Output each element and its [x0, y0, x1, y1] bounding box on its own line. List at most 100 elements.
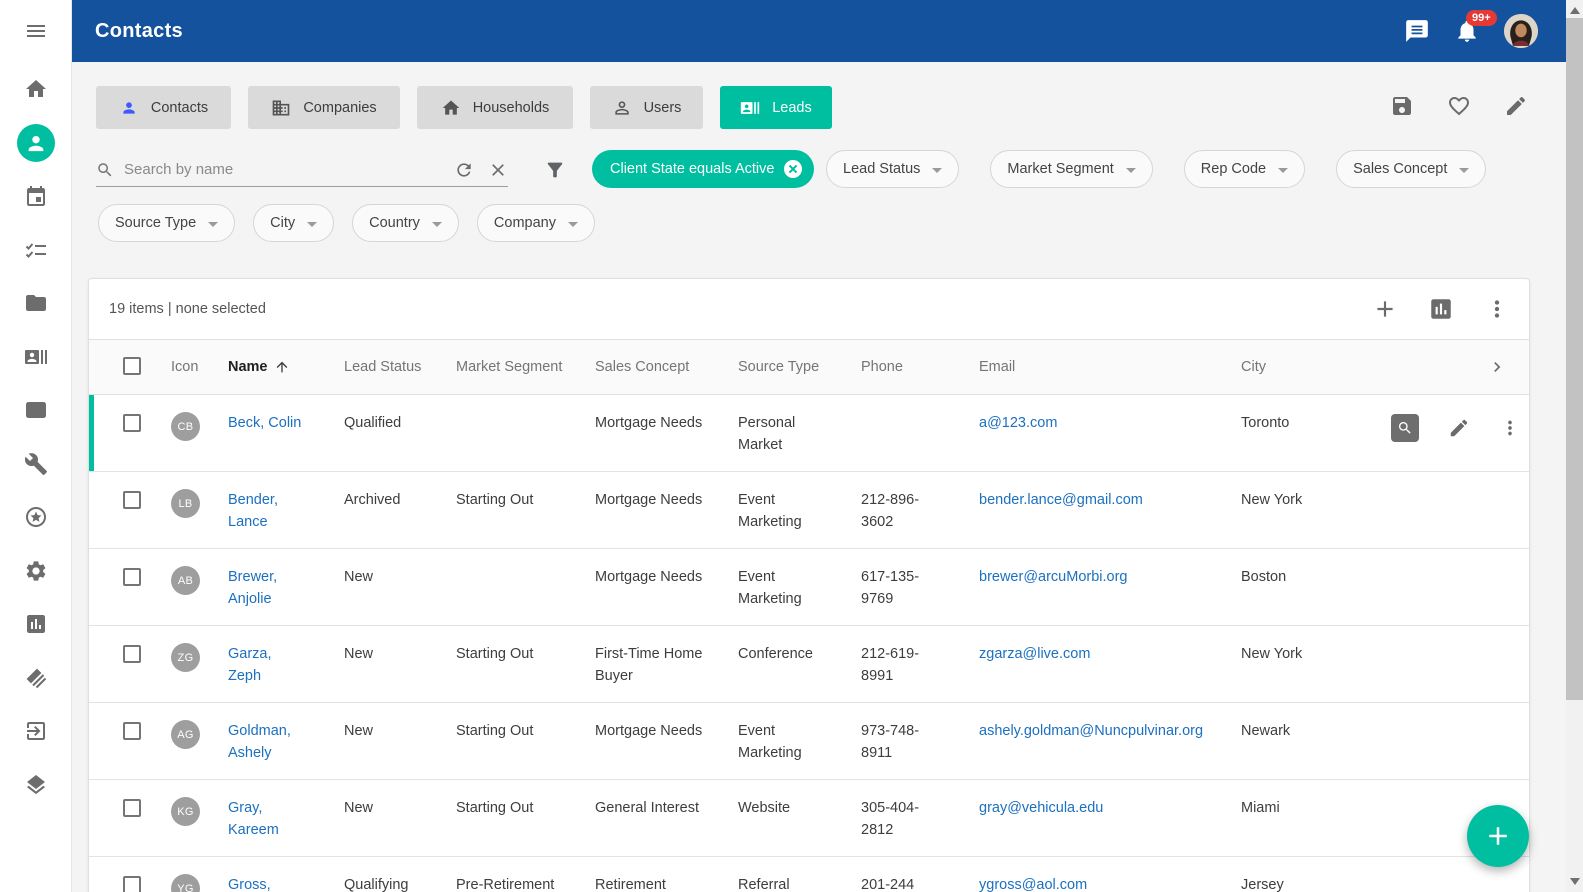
- col-header-email[interactable]: Email: [979, 359, 1241, 375]
- tab-leads[interactable]: Leads: [720, 86, 832, 129]
- filter-chip-company[interactable]: Company: [477, 204, 595, 242]
- table-row[interactable]: LB Bender, Lance Archived Starting Out M…: [89, 472, 1529, 549]
- filter-chip-sales-concept[interactable]: Sales Concept: [1336, 150, 1486, 188]
- leads-card-icon: [740, 98, 760, 118]
- sidebar-item-directory[interactable]: [24, 345, 48, 369]
- table-row[interactable]: KG Gray, Kareem New Starting Out General…: [89, 780, 1529, 857]
- scroll-down-arrow-icon[interactable]: [1570, 878, 1580, 885]
- email-link[interactable]: a@123.com: [979, 415, 1057, 431]
- menu-icon[interactable]: [24, 19, 48, 43]
- row-checkbox[interactable]: [123, 568, 141, 586]
- contact-name-link[interactable]: Gross,: [228, 877, 271, 892]
- email-link[interactable]: ashely.goldman@Nuncpulvinar.org: [979, 723, 1203, 739]
- col-header-name[interactable]: Name: [228, 359, 344, 375]
- sidebar-item-reports[interactable]: [24, 612, 48, 636]
- scroll-up-arrow-icon[interactable]: [1570, 7, 1580, 14]
- col-header-source-type[interactable]: Source Type: [738, 359, 861, 375]
- row-checkbox[interactable]: [123, 414, 141, 432]
- main-content: Contacts Companies Households Users Lead…: [72, 62, 1566, 892]
- row-checkbox[interactable]: [123, 722, 141, 740]
- contact-name-link[interactable]: Brewer, Anjolie: [228, 569, 277, 607]
- filter-chip-market-segment[interactable]: Market Segment: [990, 150, 1152, 188]
- email-link[interactable]: ygross@aol.com: [979, 877, 1087, 892]
- cell-source-type: Website: [738, 797, 861, 819]
- refresh-icon[interactable]: [454, 160, 474, 180]
- row-kebab-icon[interactable]: [1499, 417, 1521, 439]
- scrollbar-thumb[interactable]: [1566, 18, 1583, 700]
- chat-icon[interactable]: [1404, 18, 1430, 44]
- avatar: KG: [171, 797, 200, 826]
- tab-companies[interactable]: Companies: [248, 86, 400, 129]
- row-checkbox[interactable]: [123, 491, 141, 509]
- filter-chip-city[interactable]: City: [253, 204, 334, 242]
- sidebar-item-layers[interactable]: [24, 773, 48, 797]
- favorite-heart-icon[interactable]: [1447, 94, 1471, 118]
- sidebar-item-calendar[interactable]: [24, 184, 48, 208]
- remove-filter-icon[interactable]: [784, 160, 802, 178]
- sidebar-item-exit[interactable]: [24, 719, 48, 743]
- applied-filter-chip[interactable]: Client State equals Active: [592, 150, 814, 188]
- results-toolbar: 19 items | none selected: [89, 279, 1529, 339]
- contact-name-link[interactable]: Beck, Colin: [228, 415, 301, 431]
- sidebar-item-settings[interactable]: [24, 559, 48, 583]
- filter-chips-row2: Source Type City Country Company: [98, 204, 595, 242]
- contact-name-link[interactable]: Goldman, Ashely: [228, 723, 291, 761]
- avatar: ZG: [171, 643, 200, 672]
- row-checkbox[interactable]: [123, 645, 141, 663]
- contact-name-link[interactable]: Garza, Zeph: [228, 646, 272, 684]
- row-checkbox[interactable]: [123, 799, 141, 817]
- contact-name-link[interactable]: Gray, Kareem: [228, 800, 279, 838]
- sidebar-item-billing[interactable]: $: [24, 398, 48, 422]
- row-checkbox[interactable]: [123, 876, 141, 892]
- filter-funnel-icon[interactable]: [544, 159, 566, 181]
- chevron-down-icon: [568, 222, 578, 227]
- filter-chip-rep-code[interactable]: Rep Code: [1184, 150, 1305, 188]
- tab-users[interactable]: Users: [590, 86, 703, 129]
- clear-search-icon[interactable]: [488, 160, 508, 180]
- tab-contacts[interactable]: Contacts: [96, 86, 231, 129]
- add-plus-icon[interactable]: [1372, 296, 1398, 322]
- col-header-market-segment[interactable]: Market Segment: [456, 359, 595, 375]
- table-row[interactable]: CB Beck, Colin Qualified Mortgage Needs …: [89, 395, 1529, 472]
- chevron-right-icon[interactable]: [1487, 357, 1507, 377]
- preview-icon[interactable]: [1391, 414, 1419, 442]
- email-link[interactable]: zgarza@live.com: [979, 646, 1090, 662]
- table-row[interactable]: YG Gross, Qualifying Pre-Retirement Reti…: [89, 857, 1529, 892]
- sidebar-item-home[interactable]: [24, 77, 48, 101]
- kebab-menu-icon[interactable]: [1484, 296, 1510, 322]
- email-link[interactable]: bender.lance@gmail.com: [979, 492, 1143, 508]
- filter-chip-country[interactable]: Country: [352, 204, 459, 242]
- col-header-city[interactable]: City: [1241, 359, 1391, 375]
- edit-pencil-icon[interactable]: [1504, 94, 1528, 118]
- col-header-phone[interactable]: Phone: [861, 359, 979, 375]
- notifications-bell-icon[interactable]: 99+: [1454, 18, 1480, 44]
- email-link[interactable]: gray@vehicula.edu: [979, 800, 1103, 816]
- table-row[interactable]: AB Brewer, Anjolie New Mortgage Needs Ev…: [89, 549, 1529, 626]
- user-avatar[interactable]: [1504, 14, 1538, 48]
- cell-source-type: Event Marketing: [738, 720, 861, 764]
- col-header-lead-status[interactable]: Lead Status: [344, 359, 456, 375]
- select-all-checkbox[interactable]: [123, 357, 141, 375]
- filter-chip-source-type[interactable]: Source Type: [98, 204, 235, 242]
- add-contact-fab[interactable]: [1467, 805, 1529, 867]
- person-icon: [23, 130, 49, 156]
- sidebar-item-tools[interactable]: [24, 452, 48, 476]
- table-row[interactable]: AG Goldman, Ashely New Starting Out Mort…: [89, 703, 1529, 780]
- sidebar-item-folder[interactable]: [24, 291, 48, 315]
- stacked-cards-icon[interactable]: [24, 666, 48, 690]
- sidebar-item-star[interactable]: [24, 505, 48, 529]
- tab-households[interactable]: Households: [417, 86, 573, 129]
- search-input[interactable]: [124, 161, 440, 178]
- contact-name-link[interactable]: Bender, Lance: [228, 492, 278, 530]
- email-link[interactable]: brewer@arcuMorbi.org: [979, 569, 1128, 585]
- filter-chip-lead-status[interactable]: Lead Status: [826, 150, 959, 188]
- sidebar-item-contacts[interactable]: [17, 124, 55, 162]
- vertical-scrollbar[interactable]: [1566, 0, 1583, 892]
- sidebar-item-tasks[interactable]: [24, 238, 48, 262]
- edit-pencil-icon[interactable]: [1448, 417, 1470, 439]
- chart-icon[interactable]: [1428, 296, 1454, 322]
- col-header-sales-concept[interactable]: Sales Concept: [595, 359, 738, 375]
- cell-city: Boston: [1241, 566, 1391, 588]
- save-icon[interactable]: [1390, 94, 1414, 118]
- table-row[interactable]: ZG Garza, Zeph New Starting Out First-Ti…: [89, 626, 1529, 703]
